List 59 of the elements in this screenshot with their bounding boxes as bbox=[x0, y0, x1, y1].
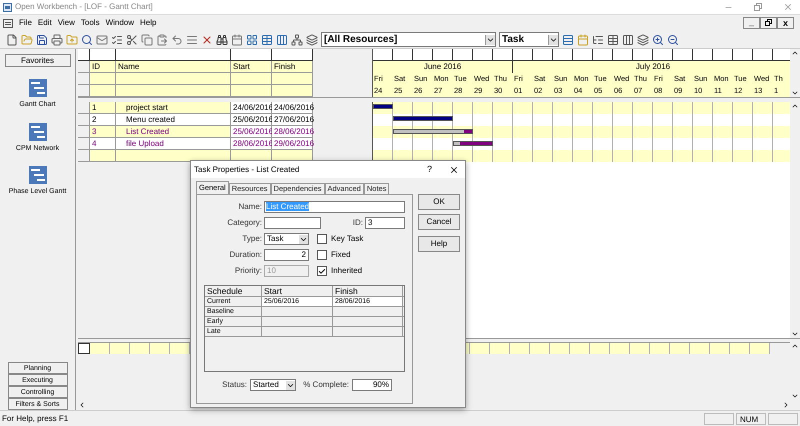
field-label: Category: bbox=[226, 217, 262, 229]
menu-item[interactable]: Help bbox=[140, 17, 156, 29]
dialog-button[interactable]: Cancel bbox=[418, 214, 460, 230]
table-cell: List Created bbox=[116, 126, 231, 138]
dialog-button[interactable]: OK bbox=[418, 194, 460, 210]
column-header[interactable]: ID bbox=[90, 61, 116, 73]
table-cell: 28/06/2016 bbox=[272, 126, 313, 138]
resource-filter-dropdown[interactable]: [All Resources] bbox=[321, 32, 496, 47]
percent-complete-field[interactable]: 90% bbox=[352, 379, 392, 391]
menu-item[interactable]: Tools bbox=[80, 17, 100, 29]
view-type-dropdown[interactable]: Task bbox=[499, 32, 559, 47]
status-dropdown[interactable]: Started bbox=[250, 379, 296, 391]
column-header: Finish bbox=[333, 286, 403, 296]
dialog-title: Task Properties - List Created bbox=[194, 164, 300, 176]
menu-item[interactable]: View bbox=[58, 17, 75, 29]
status-text: For Help, press F1 bbox=[2, 412, 70, 424]
window-title: Open Workbench - [LOF - Gantt Chart] bbox=[15, 1, 154, 13]
column-header: Schedule bbox=[205, 286, 262, 296]
table-cell: 29/06/2016 bbox=[272, 138, 313, 150]
field-label: Duration: bbox=[228, 249, 262, 261]
menu-item[interactable]: File bbox=[19, 17, 32, 29]
table-cell: file Upload bbox=[116, 138, 231, 150]
menu-item[interactable]: Window bbox=[106, 17, 134, 29]
checkbox-label: Key Task bbox=[331, 233, 364, 245]
column-header[interactable]: Start bbox=[231, 61, 272, 73]
field-label: Name: bbox=[237, 201, 262, 213]
dialog-button[interactable]: Help bbox=[418, 236, 460, 252]
type-dropdown[interactable]: Task bbox=[264, 233, 309, 245]
table-cell: Menu created bbox=[116, 114, 231, 126]
table-cell: 4 bbox=[90, 138, 116, 150]
table-cell: 27/06/2016 bbox=[272, 114, 313, 126]
field-label: Priority: bbox=[234, 265, 262, 277]
favorites-button[interactable]: Favorites bbox=[4, 54, 70, 67]
table-cell: 3 bbox=[90, 126, 116, 138]
help-button[interactable]: ? bbox=[426, 162, 432, 176]
close-button[interactable]: x bbox=[777, 17, 794, 29]
field-label: % Complete: bbox=[302, 379, 349, 391]
table-cell: 25/06/2016 bbox=[231, 126, 272, 138]
column-header: Start bbox=[262, 286, 333, 296]
column-header[interactable]: Name bbox=[116, 61, 231, 73]
duration-field[interactable]: 2 bbox=[264, 249, 309, 261]
minimize-button[interactable]: _ bbox=[743, 17, 760, 29]
status-indicator: NUM bbox=[736, 412, 766, 424]
table-cell: 24/06/2016 bbox=[272, 102, 313, 114]
table-cell: 24/06/2016 bbox=[231, 102, 272, 114]
checkbox-label: Inherited bbox=[331, 265, 362, 277]
field-label: Status: bbox=[221, 379, 247, 391]
checkbox-label: Fixed bbox=[331, 249, 351, 261]
table-cell: 1 bbox=[90, 102, 116, 114]
column-header[interactable]: Finish bbox=[272, 61, 313, 73]
table-cell: 2 bbox=[90, 114, 116, 126]
table-cell: 25/06/2016 bbox=[231, 114, 272, 126]
id-field[interactable]: 3 bbox=[365, 217, 405, 229]
table-cell: project start bbox=[116, 102, 231, 114]
menu-item[interactable]: Edit bbox=[38, 17, 52, 29]
month-label: July 2016 bbox=[634, 61, 672, 73]
field-label: Type: bbox=[241, 233, 262, 245]
field-label: ID: bbox=[352, 217, 363, 229]
table-cell: 28/06/2016 bbox=[231, 138, 272, 150]
